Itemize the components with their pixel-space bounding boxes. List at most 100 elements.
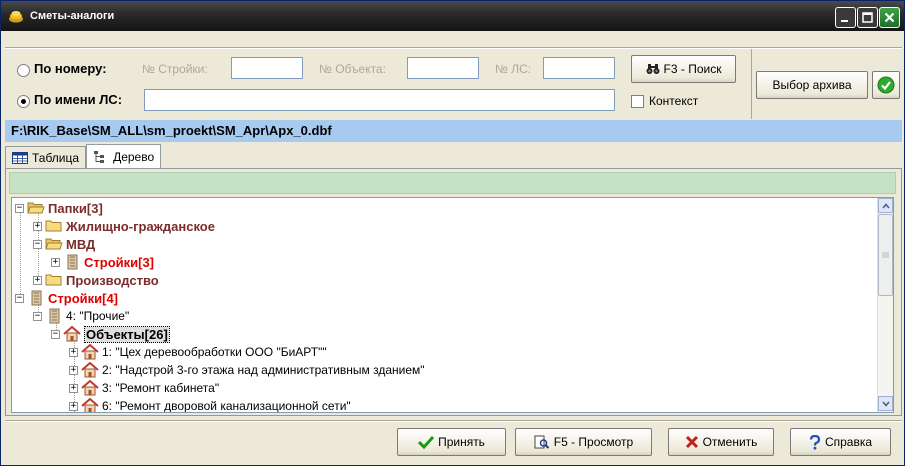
stroyka-input[interactable] (231, 57, 303, 79)
scroll-thumb[interactable] (878, 214, 893, 296)
preview-button[interactable]: F5 - Просмотр (515, 428, 652, 456)
tree-node[interactable]: + 3: "Ремонт кабинета" (69, 379, 219, 397)
radio-by-number[interactable] (17, 64, 30, 77)
tree-node[interactable]: + Производство (33, 271, 159, 289)
collapse-toggle[interactable]: − (15, 293, 24, 303)
context-label: Контекст (649, 94, 699, 108)
tree-node[interactable]: + Жилищно-гражданское (33, 217, 215, 235)
archive-ok-button[interactable] (872, 71, 900, 99)
house-icon (81, 380, 99, 396)
expand-toggle[interactable]: + (69, 347, 78, 357)
tree-node-label: 3: "Ремонт кабинета" (102, 381, 220, 395)
house-icon (81, 344, 99, 360)
preview-label: F5 - Просмотр (553, 435, 634, 449)
grip-icon (882, 252, 889, 258)
scroll-down-button[interactable] (878, 396, 893, 411)
building-icon (63, 254, 81, 270)
tree-node[interactable]: − МВД (33, 235, 95, 253)
accept-button[interactable]: Принять (397, 428, 506, 456)
folder-open-icon (27, 200, 45, 216)
tree-node-label: 2: "Надстрой 3-го этажа над администрати… (102, 363, 425, 377)
stroyka-label: № Стройки: (142, 62, 208, 76)
search-button[interactable]: F3 - Поиск (631, 55, 736, 83)
file-path-bar: F:\RIK_Base\SM_ALL\sm_proekt\SM_Apr\Apx_… (5, 120, 902, 142)
tree-node-label: 6: "Ремонт дворовой канализационной сети… (102, 399, 351, 413)
tree-node-label: МВД (66, 236, 96, 252)
expand-toggle[interactable]: + (33, 221, 42, 231)
accept-label: Принять (438, 435, 485, 449)
close-icon (884, 12, 895, 23)
preview-icon (534, 435, 550, 449)
tree-node[interactable]: − Стройки[4] (15, 289, 118, 307)
minimize-button[interactable] (835, 7, 856, 28)
building-icon (45, 308, 63, 324)
view-tabs: Таблица Дерево (5, 144, 162, 168)
maximize-icon (862, 12, 873, 23)
house-icon (81, 362, 99, 378)
tree-node[interactable]: + Стройки[3] (51, 253, 154, 271)
tab-tree[interactable]: Дерево (86, 144, 162, 168)
tree-node[interactable]: + 2: "Надстрой 3-го этажа над администра… (69, 361, 425, 379)
object-input[interactable] (407, 57, 479, 79)
collapse-toggle[interactable]: − (33, 239, 42, 249)
collapse-toggle[interactable]: − (33, 311, 42, 321)
window-title: Сметы-аналоги (30, 10, 115, 22)
binoculars-icon (646, 63, 660, 75)
context-checkbox[interactable] (631, 95, 644, 108)
minimize-icon (841, 20, 848, 22)
scroll-up-button[interactable] (878, 198, 893, 213)
bottom-separator (5, 420, 902, 422)
cancel-label: Отменить (702, 435, 758, 449)
tree-node[interactable]: − Папки[3] (15, 199, 103, 217)
tree-node[interactable]: − 4: "Прочие" (33, 307, 129, 325)
maximize-button[interactable] (857, 7, 878, 28)
green-check-icon (877, 76, 895, 94)
select-archive-label: Выбор архива (772, 78, 852, 92)
cancel-button[interactable]: Отменить (668, 428, 774, 456)
tree-node[interactable]: + 6: "Ремонт дворовой канализационной се… (69, 397, 351, 413)
title-bar[interactable]: Сметы-аналоги (1, 1, 904, 31)
vertical-scrollbar[interactable] (877, 198, 893, 412)
chevron-up-icon (881, 202, 890, 209)
select-archive-button[interactable]: Выбор архива (756, 71, 868, 99)
expand-toggle[interactable]: + (69, 365, 78, 375)
folder-icon (45, 218, 63, 234)
tree-node-label: 4: "Прочие" (66, 309, 130, 323)
chevron-down-icon (881, 400, 890, 407)
collapse-toggle[interactable]: − (15, 203, 24, 213)
tree-node[interactable]: + 1: "Цех деревообработки ООО "БиАРТ"" (69, 343, 327, 361)
by-name-label: По имени ЛС: (34, 92, 123, 107)
house-icon (63, 326, 81, 342)
building-icon (27, 290, 45, 306)
house-icon (81, 398, 99, 412)
ls-input[interactable] (543, 57, 615, 79)
folder-open-icon (45, 236, 63, 252)
tab-table[interactable]: Таблица (5, 146, 87, 168)
filter-bar (9, 172, 896, 194)
folder-icon (45, 272, 63, 288)
tree-node-label: Производство (66, 272, 159, 288)
collapse-toggle[interactable]: − (51, 329, 60, 339)
radio-by-name[interactable] (17, 95, 30, 108)
close-button[interactable] (879, 7, 900, 28)
expand-toggle[interactable]: + (33, 275, 42, 285)
tree-node-label: Папки[3] (48, 200, 103, 216)
ls-label: № ЛС: (495, 62, 532, 76)
expand-toggle[interactable]: + (69, 401, 78, 411)
tree-node[interactable]: − Объекты[26] (51, 325, 170, 343)
tab-tree-label: Дерево (113, 149, 155, 164)
by-number-label: По номеру: (34, 61, 107, 76)
expand-toggle[interactable]: + (69, 383, 78, 393)
expand-toggle[interactable]: + (51, 257, 60, 267)
tree-view[interactable]: − Папки[3] + Жилищно-гражданское − МВД +… (11, 197, 894, 413)
question-icon (809, 434, 821, 450)
tree-node-label: 1: "Цех деревообработки ООО "БиАРТ"" (102, 345, 327, 359)
tree-node-label: Жилищно-гражданское (66, 218, 215, 234)
tree-node-label-selected: Объекты[26] (84, 325, 170, 343)
help-label: Справка (824, 435, 873, 449)
tree-icon (93, 150, 109, 164)
search-button-label: F3 - Поиск (663, 62, 722, 76)
name-input[interactable] (144, 89, 615, 111)
tree-node-label: Стройки[3] (84, 254, 155, 270)
help-button[interactable]: Справка (790, 428, 891, 456)
